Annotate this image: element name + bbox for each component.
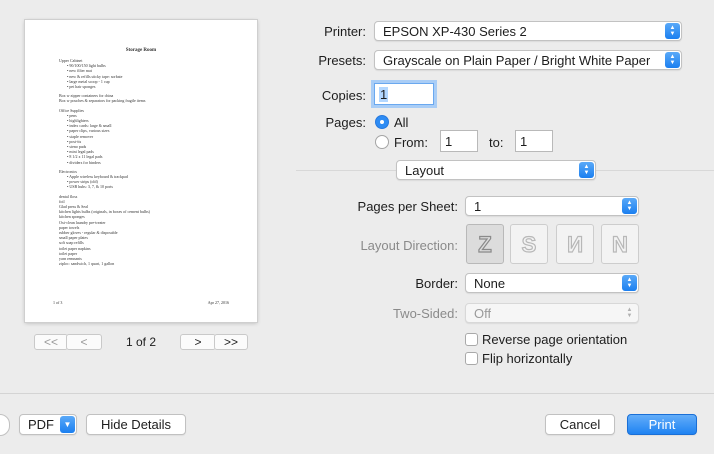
flip-horizontally-label: Flip horizontally — [482, 351, 573, 366]
chevron-updown-icon: ▲ ▼ — [622, 198, 637, 214]
copies-label: Copies: — [321, 88, 366, 103]
page-preview: Storage Room Upper Cabinet • 90/100/150 li… — [25, 20, 257, 322]
pages-per-sheet-select[interactable]: 1 ▲ ▼ — [465, 196, 639, 216]
cancel-label: Cancel — [559, 417, 601, 432]
chevron-updown-icon: ▲ ▼ — [665, 52, 680, 68]
layout-direction-label: Layout Direction: — [360, 238, 458, 253]
svg-text:N: N — [612, 232, 628, 257]
preview-footer-left: 1 of 3 — [53, 300, 63, 305]
pdf-label: PDF — [28, 417, 54, 432]
next-page-button[interactable]: > — [180, 334, 216, 350]
preview-title: Storage Room — [125, 48, 157, 53]
hide-details-label: Hide Details — [100, 417, 172, 432]
last-page-icon: >> — [223, 335, 238, 349]
previous-page-button[interactable]: < — [66, 334, 102, 350]
page-indicator: 1 of 2 — [125, 335, 157, 349]
two-sided-value: Off — [474, 305, 492, 321]
section-value: Layout — [405, 162, 445, 178]
n-direction-icon[interactable]: N — [601, 224, 639, 264]
cancel-button[interactable]: Cancel — [545, 414, 615, 435]
preview-bullet: • USB hubs: 3, 7, & 10 ports — [67, 184, 113, 190]
preview-footer-right: Apr 27, 2016 — [207, 300, 229, 305]
preview-line: Box w pouches & separators for packing f… — [59, 98, 146, 104]
chevron-updown-icon: ▲ ▼ — [665, 23, 680, 39]
chevron-updown-icon: ▲ ▼ — [626, 307, 633, 319]
z-direction-icon[interactable]: Z — [466, 224, 504, 264]
s-direction-glyph: S — [521, 231, 537, 257]
pages-from-field[interactable]: 1 — [440, 130, 478, 152]
print-button[interactable]: Print — [627, 414, 697, 435]
pages-from-value: 1 — [445, 133, 453, 149]
border-label: Border: — [415, 276, 458, 291]
pages-per-sheet-value: 1 — [474, 198, 482, 214]
first-page-button[interactable]: << — [34, 334, 68, 350]
two-sided-select[interactable]: Off ▲ ▼ — [465, 303, 639, 323]
z-direction-glyph: Z — [478, 231, 493, 257]
printer-select[interactable]: EPSON XP-430 Series 2 ▲ ▼ — [374, 21, 682, 41]
pages-all-label: All — [394, 115, 409, 130]
presets-label: Presets: — [318, 53, 366, 68]
svg-text:Z: Z — [478, 232, 491, 257]
pages-label: Pages: — [325, 115, 366, 130]
footer-divider — [0, 393, 714, 394]
n-direction-glyph: N — [611, 231, 628, 257]
pages-from-radio[interactable] — [375, 135, 389, 149]
svg-text:S: S — [522, 232, 537, 257]
last-page-button[interactable]: >> — [214, 334, 248, 350]
pages-to-field[interactable]: 1 — [515, 130, 553, 152]
hide-details-button[interactable]: Hide Details — [86, 414, 186, 435]
preview-bullet: • dividers for binders — [67, 159, 101, 165]
printer-label: Printer: — [324, 24, 366, 39]
reverse-n-direction-glyph: N — [566, 231, 583, 257]
preview-line: ziploc: sandwich, 1 quart, 1 gallon — [59, 261, 115, 267]
next-page-icon: > — [194, 335, 202, 349]
pages-to-label: to: — [489, 135, 504, 150]
first-page-icon: << — [43, 335, 58, 349]
s-direction-icon[interactable]: S — [510, 224, 548, 264]
printer-value: EPSON XP-430 Series 2 — [383, 23, 527, 39]
reverse-orientation-checkbox[interactable] — [465, 333, 478, 346]
chevron-down-icon: ▼ — [60, 416, 75, 433]
presets-value: Grayscale on Plain Paper / Bright White … — [383, 52, 651, 68]
pages-from-label: From: — [394, 135, 428, 150]
pages-to-value: 1 — [520, 133, 528, 149]
previous-page-icon: < — [80, 335, 88, 349]
copies-field[interactable]: 1 — [374, 83, 434, 105]
border-select[interactable]: None ▲ ▼ — [465, 273, 639, 293]
copies-value: 1 — [379, 86, 389, 102]
pages-all-radio[interactable] — [375, 115, 389, 129]
two-sided-label: Two-Sided: — [392, 306, 458, 321]
flip-horizontally-checkbox[interactable] — [465, 352, 478, 365]
preview-bullet: • pet hair sponges — [67, 84, 96, 89]
svg-text:N: N — [567, 232, 583, 257]
chevron-updown-icon: ▲ ▼ — [579, 162, 594, 178]
border-value: None — [474, 275, 506, 291]
help-button[interactable] — [0, 414, 10, 436]
chevron-updown-icon: ▲ ▼ — [622, 275, 637, 291]
presets-select[interactable]: Grayscale on Plain Paper / Bright White … — [374, 50, 682, 70]
reverse-n-direction-icon[interactable]: N — [556, 224, 594, 264]
section-select[interactable]: Layout ▲ ▼ — [396, 160, 596, 180]
pages-per-sheet-label: Pages per Sheet: — [357, 199, 458, 214]
pdf-menu-button[interactable]: PDF ▼ — [19, 414, 77, 435]
reverse-orientation-label: Reverse page orientation — [482, 332, 628, 347]
print-label: Print — [648, 417, 676, 432]
